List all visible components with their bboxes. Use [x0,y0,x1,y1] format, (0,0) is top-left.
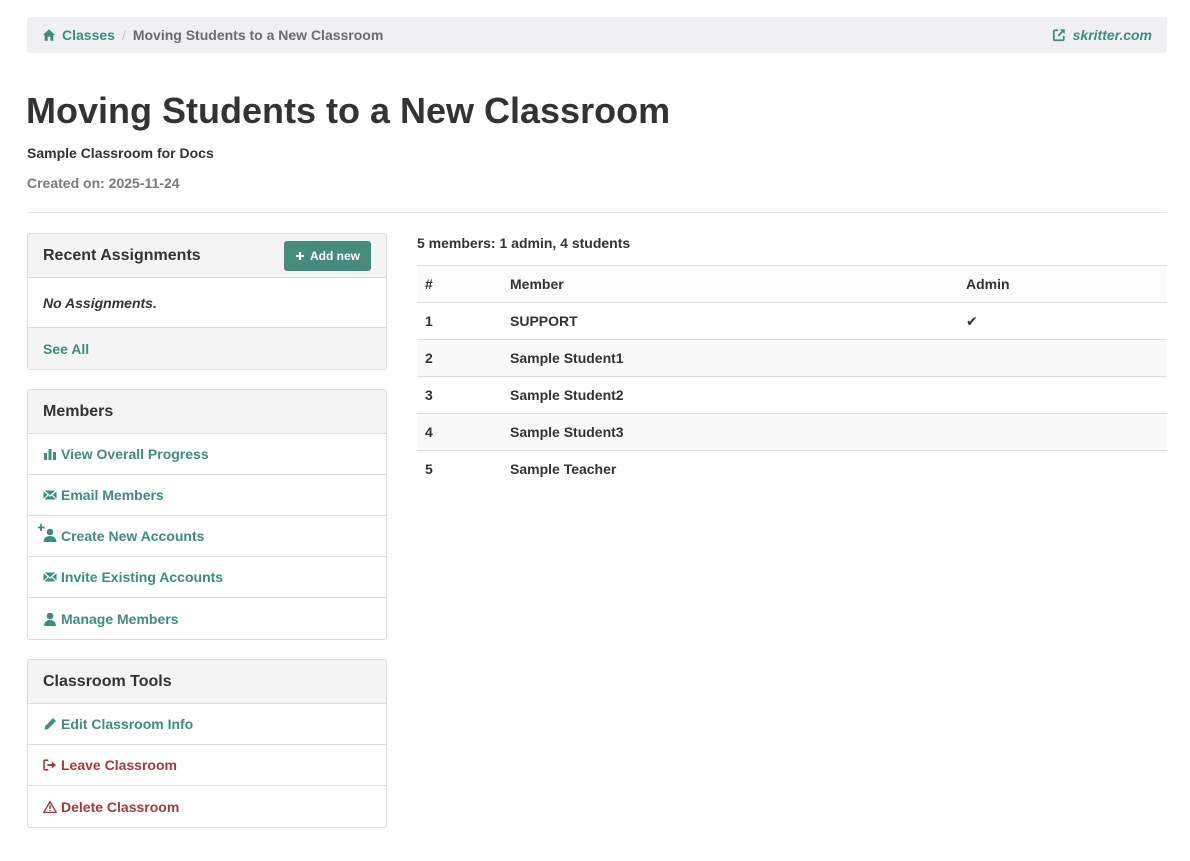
admin-cell [958,414,1167,451]
recent-assignments-title: Recent Assignments [43,246,201,264]
view-overall-progress-label: View Overall Progress [61,446,209,462]
members-table: # Member Admin 1 SUPPORT ✔ 2 Sample Stud… [417,265,1167,488]
member-name: Sample Teacher [510,461,617,478]
add-assignment-button[interactable]: Add new [284,240,371,271]
manage-members-label: Manage Members [61,610,179,627]
admin-cell [958,340,1167,377]
create-new-accounts-link[interactable]: Create New Accounts [38,524,205,544]
delete-classroom-link[interactable]: Delete Classroom [43,799,179,815]
admin-check-icon: ✔ [966,312,978,329]
breadcrumb-current: Moving Students to a New Classroom [132,27,384,43]
add-user-icon [38,524,57,542]
column-header-member: Member [502,265,958,303]
leave-classroom-label: Leave Classroom [61,757,177,773]
skritter-link[interactable]: skritter.com [1052,27,1152,43]
members-panel-header: Members [28,390,386,434]
members-menu-item-manage: Manage Members [28,598,386,639]
bar-chart-icon [44,449,56,460]
members-summary: 5 members: 1 admin, 4 students [417,235,631,251]
column-header-number: # [417,265,502,303]
warning-icon [43,800,57,813]
recent-assignments-panel: Recent Assignments Add new No Assignment… [27,233,387,370]
created-date: Created on: 2025-11-24 [27,175,180,191]
members-menu-item-email: Email Members [28,475,386,516]
see-all-row: See All [28,328,386,369]
members-panel: Members View Overall Progress Email Memb… [27,389,387,640]
home-icon [42,29,56,41]
envelope-icon [43,571,57,582]
row-number: 5 [425,461,433,478]
create-new-accounts-label: Create New Accounts [61,528,205,544]
email-members-label: Email Members [61,487,164,503]
admin-cell [958,377,1167,414]
breadcrumb-separator: / [121,27,126,43]
see-all-link[interactable]: See All [43,341,89,357]
member-name: Sample Student3 [510,424,624,440]
recent-assignments-header: Recent Assignments Add new [28,234,386,278]
breadcrumb-classes-link[interactable]: Classes [42,27,115,43]
pencil-icon [44,718,56,730]
breadcrumb: Classes / Moving Students to a New Class… [27,17,1167,53]
column-header-admin: Admin [958,265,1167,303]
edit-classroom-info-link[interactable]: Edit Classroom Info [43,716,193,732]
sign-out-icon [43,759,57,771]
member-name: Sample Student2 [510,387,624,403]
row-number: 3 [425,387,433,403]
breadcrumb-classes-label: Classes [62,27,115,43]
table-row: 1 SUPPORT ✔ [417,302,1167,340]
classroom-tools-panel: Classroom Tools Edit Classroom Info Leav… [27,659,387,828]
invite-existing-accounts-link[interactable]: Invite Existing Accounts [43,569,223,585]
table-row: 2 Sample Student1 [417,339,1167,377]
members-menu-item-invite: Invite Existing Accounts [28,557,386,598]
page-title: Moving Students to a New Classroom [26,90,671,131]
row-number: 2 [425,350,433,366]
delete-classroom-label: Delete Classroom [61,798,180,815]
skritter-link-label: skritter.com [1072,27,1152,43]
view-overall-progress-link[interactable]: View Overall Progress [43,446,209,462]
assignments-empty-row: No Assignments. [28,278,386,328]
members-panel-title: Members [43,402,114,420]
tools-menu-item-delete: Delete Classroom [28,786,386,827]
member-name: SUPPORT [510,313,578,329]
classroom-name: Sample Classroom for Docs [27,145,214,161]
leave-classroom-link[interactable]: Leave Classroom [43,757,177,773]
plus-icon [296,251,304,260]
classroom-tools-title: Classroom Tools [43,672,172,690]
classroom-tools-header: Classroom Tools [28,660,386,704]
invite-existing-accounts-label: Invite Existing Accounts [61,569,224,585]
add-assignment-label: Add new [310,248,360,263]
members-menu-item-create: Create New Accounts [28,516,386,557]
row-number: 4 [425,424,433,440]
admin-cell [958,451,1167,488]
member-name: Sample Student1 [510,350,624,366]
no-assignments-text: No Assignments. [43,294,157,311]
external-link-icon [1052,29,1065,42]
header-divider [27,212,1167,213]
manage-members-link[interactable]: Manage Members [43,611,178,627]
email-members-link[interactable]: Email Members [43,487,164,503]
row-number: 1 [425,313,433,329]
edit-classroom-info-label: Edit Classroom Info [61,716,194,732]
table-row: 5 Sample Teacher [417,450,1167,488]
tools-menu-item-edit: Edit Classroom Info [28,704,386,745]
envelope-icon [43,489,57,500]
user-icon [44,612,56,626]
table-row: 3 Sample Student2 [417,376,1167,414]
members-menu-item-progress: View Overall Progress [28,434,386,475]
table-row: 4 Sample Student3 [417,413,1167,451]
table-header-row: # Member Admin [417,265,1167,303]
tools-menu-item-leave: Leave Classroom [28,745,386,786]
